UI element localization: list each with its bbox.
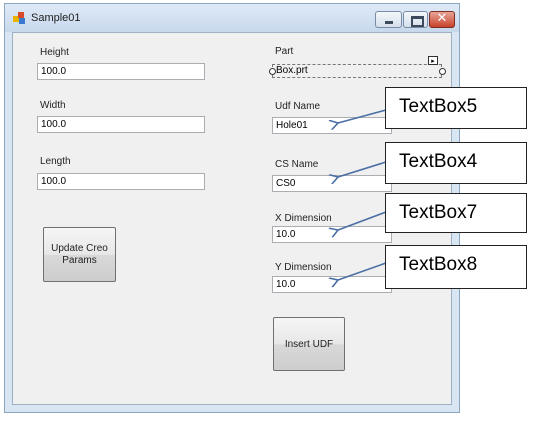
arrow-textbox5: [338, 109, 387, 123]
arrow-textbox7: [338, 211, 387, 230]
callout-textbox5: TextBox5: [385, 87, 527, 129]
arrow-textbox4: [338, 161, 387, 177]
callout-textbox7: TextBox7: [385, 193, 527, 233]
callout-textbox8: TextBox8: [385, 245, 527, 289]
arrow-textbox8: [338, 262, 387, 280]
callout-textbox4: TextBox4: [385, 142, 527, 184]
